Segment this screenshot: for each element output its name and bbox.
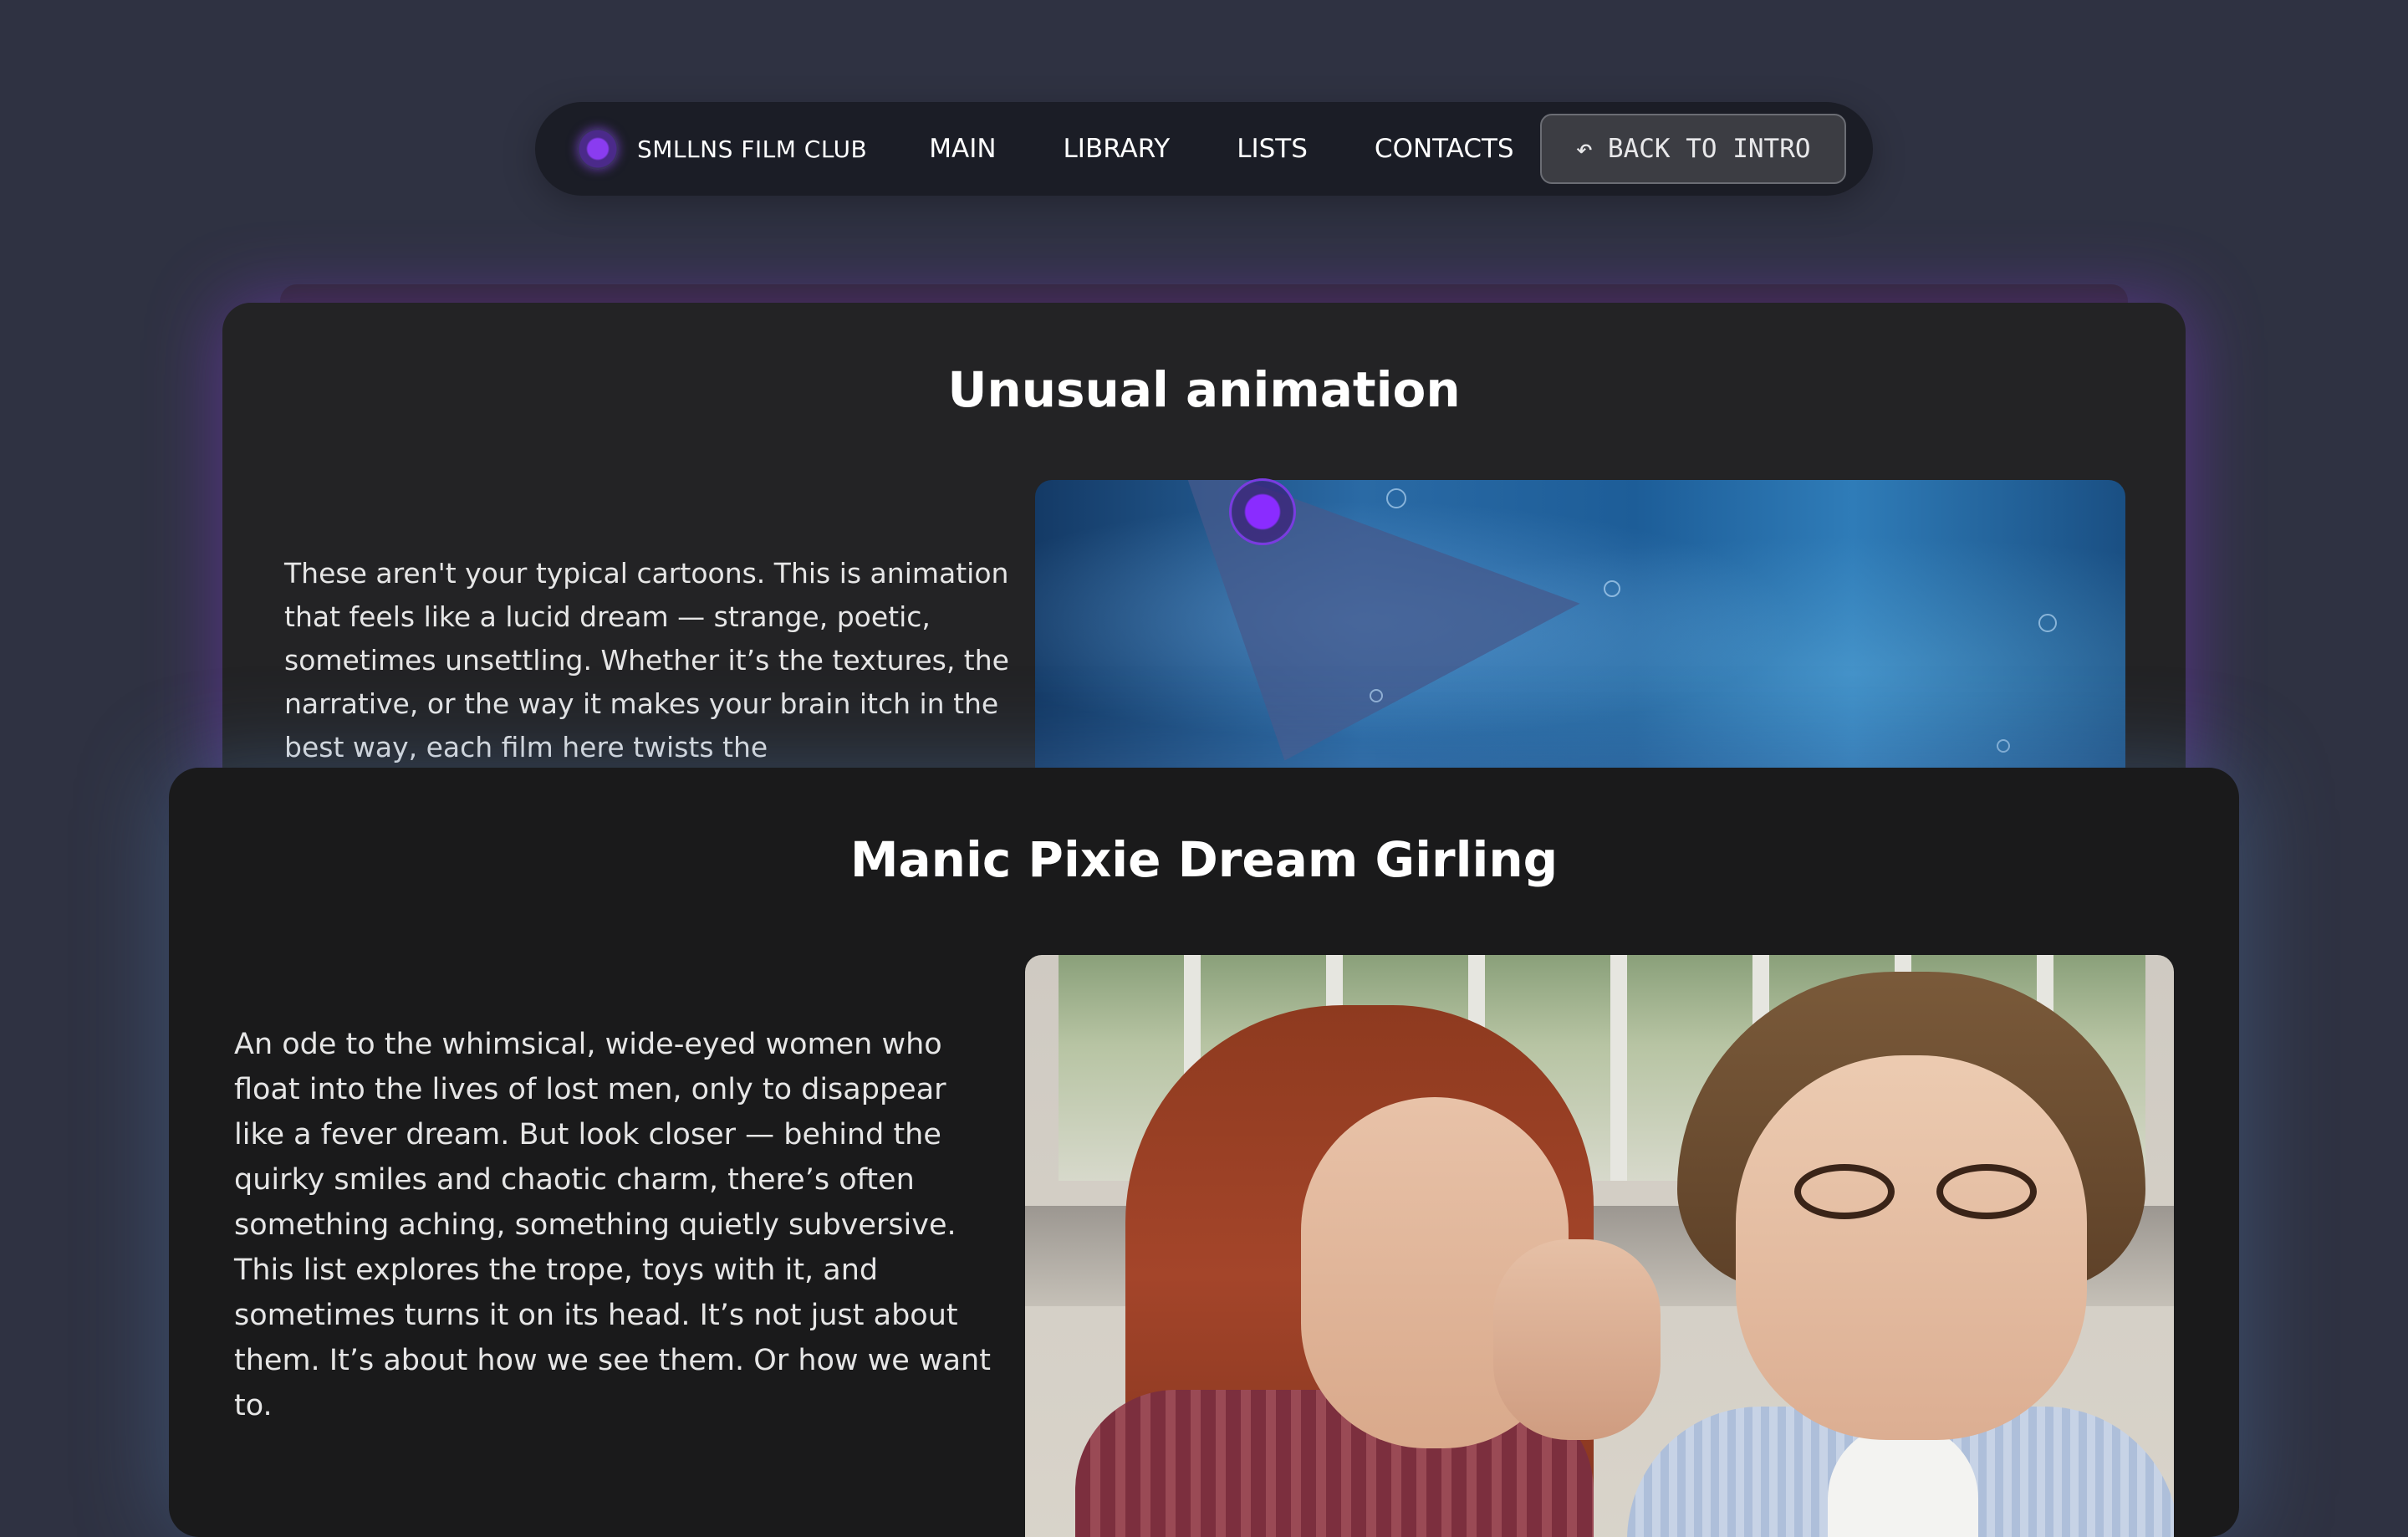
card-description: These aren't your typical cartoons. This… bbox=[284, 557, 1009, 763]
bubble bbox=[2038, 614, 2057, 632]
clasped-hands bbox=[1493, 1239, 1661, 1440]
top-navigation: SMLLNS FILM CLUB MAIN LIBRARY LISTS CONT… bbox=[535, 102, 1873, 196]
nav-link-contacts[interactable]: CONTACTS bbox=[1375, 134, 1514, 164]
fin-shape bbox=[1135, 480, 1580, 761]
back-to-intro-button[interactable]: ↶ BACK TO INTRO bbox=[1540, 114, 1846, 184]
back-to-intro-label: BACK TO INTRO bbox=[1607, 134, 1811, 164]
card-image-underwater bbox=[1035, 480, 2125, 804]
nav-link-main[interactable]: MAIN bbox=[929, 134, 996, 164]
undo-arrow-icon: ↶ bbox=[1575, 132, 1593, 166]
card-title: Unusual animation bbox=[947, 361, 1461, 418]
list-card-unusual-animation[interactable]: Unusual animation These aren't your typi… bbox=[222, 303, 2186, 804]
logo-icon[interactable] bbox=[577, 128, 619, 170]
nav-link-library[interactable]: LIBRARY bbox=[1064, 134, 1171, 164]
bubble bbox=[1604, 580, 1620, 597]
card-description: An ode to the whimsical, wide-eyed women… bbox=[234, 1028, 991, 1422]
list-card-manic-pixie[interactable]: Manic Pixie Dream Girling An ode to the … bbox=[169, 768, 2239, 1537]
man-face bbox=[1736, 1055, 2087, 1440]
brand-name[interactable]: SMLLNS FILM CLUB bbox=[637, 135, 867, 163]
bubble bbox=[1386, 488, 1406, 508]
card-image-film-still bbox=[1025, 955, 2174, 1537]
bubble bbox=[1370, 689, 1383, 702]
nav-link-lists[interactable]: LISTS bbox=[1237, 134, 1308, 164]
glasses-icon bbox=[1794, 1164, 2062, 1223]
bubble bbox=[1997, 739, 2010, 753]
cursor-indicator bbox=[1229, 478, 1296, 545]
card-title: Manic Pixie Dream Girling bbox=[849, 831, 1559, 888]
